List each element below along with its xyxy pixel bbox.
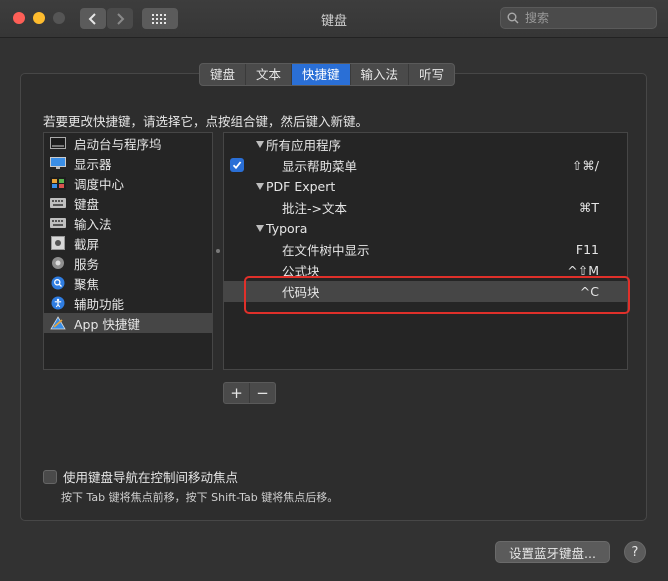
category-label: 服务 (74, 256, 100, 272)
shortcut-group-pdf-expert[interactable]: PDF Expert (224, 176, 627, 197)
keyboard-navigation-label: 使用键盘导航在控制间移动焦点 (63, 470, 239, 485)
shortcut-name: 批注->文本 (282, 201, 347, 216)
category-item-dock[interactable]: 启动台与程序坞 (44, 133, 212, 153)
category-item-input-method[interactable]: 输入法 (44, 213, 212, 233)
category-label: 显示器 (74, 156, 112, 172)
instruction-text: 若要更改快捷键，请选择它，点按组合键，然后键入新键。 (43, 114, 369, 129)
mission-control-icon (50, 176, 66, 190)
spotlight-icon (50, 276, 66, 290)
app-shortcuts-icon (50, 316, 66, 330)
group-label: 所有应用程序 (266, 138, 342, 153)
keyboard-navigation-checkbox[interactable] (43, 469, 57, 484)
shortcut-name: 在文件树中显示 (282, 243, 370, 258)
dock-icon (50, 136, 66, 150)
title-bar: 键盘 (0, 0, 668, 38)
screenshot-icon (50, 236, 66, 250)
shortcut-row[interactable]: 显示帮助菜单 ⇧⌘/ (224, 155, 627, 176)
shortcut-enabled-checkbox[interactable] (230, 158, 244, 172)
search-icon (507, 12, 519, 24)
search-field[interactable] (500, 7, 657, 29)
tab-shortcuts[interactable]: 快捷键 (292, 64, 351, 85)
shortcut-keys[interactable]: F11 (576, 242, 599, 257)
keyboard-icon (50, 196, 66, 210)
tab-dictation[interactable]: 听写 (409, 64, 454, 85)
disclosure-triangle-icon[interactable] (256, 225, 264, 232)
tab-text[interactable]: 文本 (246, 64, 293, 85)
shortcut-keys[interactable]: ⇧⌘/ (572, 158, 599, 173)
category-label: 辅助功能 (74, 296, 125, 312)
category-label: 输入法 (74, 216, 112, 232)
display-icon (50, 156, 66, 170)
group-label: Typora (266, 221, 308, 236)
category-label: App 快捷键 (74, 316, 140, 332)
category-item-services[interactable]: 服务 (44, 253, 212, 273)
shortcut-row[interactable]: 批注->文本 ⌘T (224, 197, 627, 218)
search-input[interactable] (523, 10, 647, 26)
gear-icon (50, 256, 66, 270)
category-item-spotlight[interactable]: 聚焦 (44, 273, 212, 293)
category-label: 启动台与程序坞 (74, 136, 162, 152)
split-view-handle[interactable] (216, 249, 220, 253)
help-button[interactable]: ? (624, 541, 646, 563)
category-item-screenshot[interactable]: 截屏 (44, 233, 212, 253)
category-label: 截屏 (74, 236, 100, 252)
category-item-app-shortcuts[interactable]: App 快捷键 (44, 313, 212, 333)
category-label: 键盘 (74, 196, 100, 212)
disclosure-triangle-icon[interactable] (256, 183, 264, 190)
category-item-accessibility[interactable]: 辅助功能 (44, 293, 212, 313)
keyboard-navigation-option[interactable]: 使用键盘导航在控制间移动焦点 (43, 467, 238, 486)
shortcut-group-typora[interactable]: Typora (224, 218, 627, 239)
category-item-mission-control[interactable]: 调度中心 (44, 173, 212, 193)
add-shortcut-button[interactable]: + (224, 383, 249, 403)
highlight-annotation-box (244, 276, 630, 314)
category-item-keyboard[interactable]: 键盘 (44, 193, 212, 213)
accessibility-icon (50, 296, 66, 310)
category-label: 调度中心 (74, 176, 125, 192)
checkmark-icon (232, 161, 242, 170)
add-remove-control: + − (223, 382, 276, 404)
tab-bar: 键盘 文本 快捷键 输入法 听写 (199, 63, 456, 86)
shortcut-keys[interactable]: ⌘T (579, 200, 599, 215)
disclosure-triangle-icon[interactable] (256, 141, 264, 148)
category-list: 启动台与程序坞 显示器 调度中心 键盘 输入法 截屏 服务 聚焦 辅助功能 Ap… (43, 132, 213, 370)
category-item-display[interactable]: 显示器 (44, 153, 212, 173)
tab-keyboard[interactable]: 键盘 (200, 64, 247, 85)
group-label: PDF Expert (266, 179, 336, 194)
setup-bluetooth-keyboard-button[interactable]: 设置蓝牙键盘... (495, 541, 610, 563)
tab-input-sources[interactable]: 输入法 (351, 64, 410, 85)
shortcut-list: 所有应用程序 显示帮助菜单 ⇧⌘/ PDF Expert 批注->文本 ⌘T T… (223, 132, 628, 370)
remove-shortcut-button[interactable]: − (249, 383, 275, 403)
keyboard-navigation-hint: 按下 Tab 键将焦点前移，按下 Shift-Tab 键将焦点后移。 (61, 491, 339, 504)
input-method-icon (50, 216, 66, 230)
shortcut-group-all-apps[interactable]: 所有应用程序 (224, 134, 627, 155)
shortcut-name: 显示帮助菜单 (282, 159, 358, 174)
category-label: 聚焦 (74, 276, 100, 292)
shortcut-row[interactable]: 在文件树中显示 F11 (224, 239, 627, 260)
